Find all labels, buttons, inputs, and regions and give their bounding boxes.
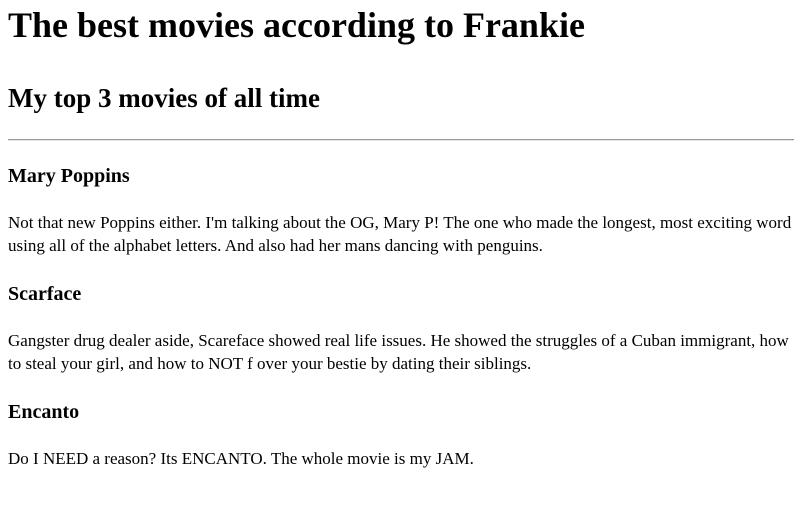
- section-divider: [8, 139, 794, 141]
- movie-title: Scarface: [8, 283, 82, 305]
- movie-title: Encanto: [8, 401, 80, 423]
- movie-title: Mary Poppins: [8, 165, 130, 187]
- page-title: The best movies according to Frankie: [8, 5, 585, 45]
- movie-description: Not that new Poppins either. I'm talking…: [8, 213, 792, 255]
- movie-item-scarface: Scarface Gangster drug dealer aside, Sca…: [8, 282, 794, 375]
- movie-description: Do I NEED a reason? Its ENCANTO. The who…: [8, 449, 474, 468]
- movie-item-mary-poppins: Mary Poppins Not that new Poppins either…: [8, 164, 794, 257]
- movie-description: Gangster drug dealer aside, Scareface sh…: [8, 331, 789, 373]
- movie-item-encanto: Encanto Do I NEED a reason? Its ENCANTO.…: [8, 400, 794, 470]
- page-subtitle: My top 3 movies of all time: [8, 83, 320, 113]
- page-content: The best movies according to Frankie My …: [0, 4, 802, 470]
